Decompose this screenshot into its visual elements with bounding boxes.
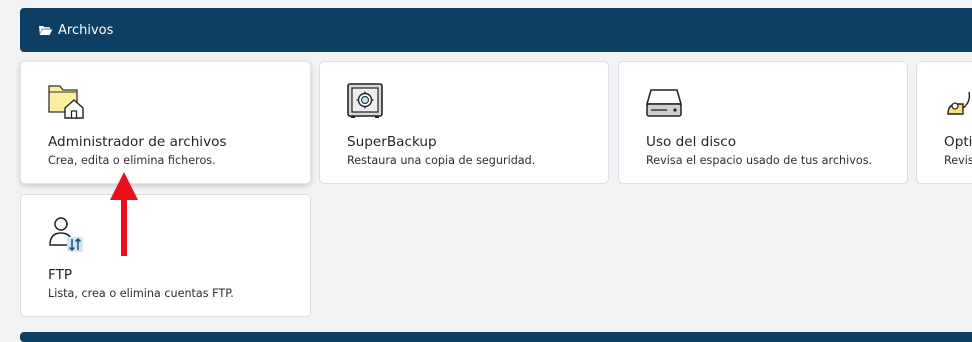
card-disk-usage[interactable]: Uso del disco Revisa el espacio usado de… bbox=[618, 61, 908, 184]
card-description: Revis bbox=[944, 154, 972, 167]
card-description: Restaura una copia de seguridad. bbox=[347, 154, 536, 167]
card-ftp[interactable]: FTP Lista, crea o elimina cuentas FTP. bbox=[20, 194, 311, 317]
folder-home-icon bbox=[47, 80, 85, 120]
card-description: Lista, crea o elimina cuentas FTP. bbox=[48, 287, 234, 300]
card-superbackup[interactable]: SuperBackup Restaura una copia de seguri… bbox=[319, 61, 609, 184]
folder-open-icon bbox=[38, 24, 53, 36]
card-description: Crea, edita o elimina ficheros. bbox=[48, 154, 216, 167]
card-optimize[interactable]: Opti Revis bbox=[916, 61, 972, 184]
section-title: Archivos bbox=[58, 22, 114, 38]
card-description: Revisa el espacio usado de tus archivos. bbox=[646, 154, 873, 167]
card-file-manager[interactable]: Administrador de archivos Crea, edita o … bbox=[20, 61, 311, 184]
section-header: Archivos bbox=[20, 8, 972, 52]
red-arrow-annotation bbox=[108, 172, 140, 262]
card-title[interactable]: FTP bbox=[48, 267, 72, 283]
card-title[interactable]: Administrador de archivos bbox=[48, 134, 227, 150]
disk-drive-icon bbox=[645, 80, 683, 120]
card-title[interactable]: SuperBackup bbox=[347, 134, 437, 150]
card-title[interactable]: Uso del disco bbox=[646, 134, 736, 150]
card-title[interactable]: Opti bbox=[944, 134, 972, 150]
safe-icon bbox=[346, 80, 384, 120]
ftp-user-transfer-icon bbox=[47, 213, 85, 253]
next-section-header bbox=[20, 332, 972, 342]
vacuum-cleaner-icon bbox=[945, 80, 972, 120]
